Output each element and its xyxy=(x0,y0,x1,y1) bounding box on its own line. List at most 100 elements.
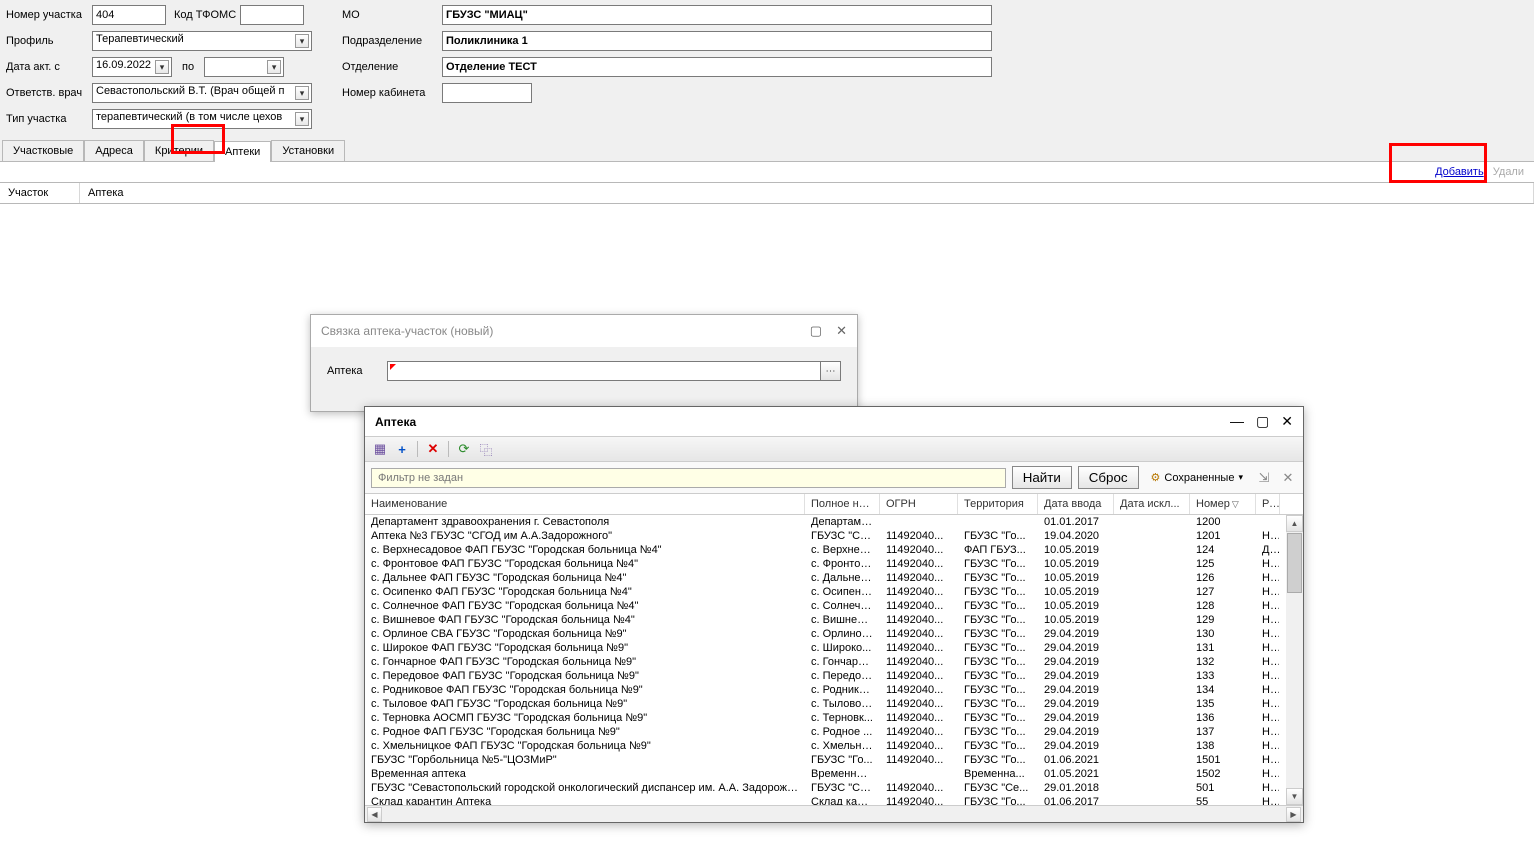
table-row[interactable]: с. Фронтовое ФАП ГБУЗС "Городская больни… xyxy=(365,557,1303,571)
minimize-icon[interactable]: — xyxy=(1230,413,1244,430)
tab-ustanovki[interactable]: Установки xyxy=(271,140,345,161)
scroll-right-icon[interactable]: ▶ xyxy=(1286,807,1301,822)
cell: Департаме... xyxy=(805,516,880,528)
cell: ГБУЗС "СГ... xyxy=(805,530,880,542)
section-type-value: терапевтический (в том числе цехов xyxy=(96,111,282,123)
clear-icon[interactable]: ✕ xyxy=(1279,469,1297,487)
table-row[interactable]: с. Вишневое ФАП ГБУЗС "Городская больниц… xyxy=(365,613,1303,627)
table-row[interactable]: с. Хмельницкое ФАП ГБУЗС "Городская боль… xyxy=(365,739,1303,753)
col-header-date-out[interactable]: Дата искл... xyxy=(1114,494,1190,514)
table-row[interactable]: с. Родниковое ФАП ГБУЗС "Городская больн… xyxy=(365,683,1303,697)
tab-apteki[interactable]: Аптеки xyxy=(214,141,271,162)
col-header-name[interactable]: Наименование xyxy=(365,494,805,514)
table-row[interactable]: с. Гончарное ФАП ГБУЗС "Городская больни… xyxy=(365,655,1303,669)
input-room[interactable] xyxy=(442,83,532,103)
table-row[interactable]: с. Солнечное ФАП ГБУЗС "Городская больни… xyxy=(365,599,1303,613)
cell: 132 xyxy=(1190,656,1256,668)
col-header-fullname[interactable]: Полное наи... xyxy=(805,494,880,514)
table-row[interactable]: с. Тыловое ФАП ГБУЗС "Городская больница… xyxy=(365,697,1303,711)
table-row[interactable]: с. Передовое ФАП ГБУЗС "Городская больни… xyxy=(365,669,1303,683)
col-header-number[interactable]: Номер▽ xyxy=(1190,494,1256,514)
table-row[interactable]: с. Терновка АОСМП ГБУЗС "Городская больн… xyxy=(365,711,1303,725)
cell: ГБУЗС "Го... xyxy=(958,600,1038,612)
cell: 29.04.2019 xyxy=(1038,628,1114,640)
grid-body[interactable]: ▲ ▼ Департамент здравоохранения г. Севас… xyxy=(365,515,1303,805)
cell: Временна... xyxy=(958,768,1038,780)
select-profile[interactable]: Терапевтический xyxy=(92,31,312,51)
pin-icon[interactable]: ⇲ xyxy=(1255,469,1273,487)
cell: 11492040... xyxy=(880,782,958,794)
label-section-type: Тип участка xyxy=(6,113,88,125)
find-button[interactable]: Найти xyxy=(1012,466,1072,489)
cell: 1501 xyxy=(1190,754,1256,766)
cell: с. Орлиное ... xyxy=(805,628,880,640)
input-date-to[interactable] xyxy=(204,57,284,77)
label-resp-doctor: Ответств. врач xyxy=(6,87,88,99)
table-row[interactable]: ГБУЗС "Севастопольский городской онколог… xyxy=(365,781,1303,795)
cell: 29.04.2019 xyxy=(1038,740,1114,752)
tab-adresa[interactable]: Адреса xyxy=(84,140,144,161)
cell: ГБУЗС "Се... xyxy=(958,782,1038,794)
input-date-from[interactable]: 16.09.2022 xyxy=(92,57,172,77)
cell: с. Тыловое... xyxy=(805,698,880,710)
tab-kriterii[interactable]: Критерии xyxy=(144,140,214,161)
input-section-number[interactable] xyxy=(92,5,166,25)
close-icon[interactable]: ✕ xyxy=(1281,413,1293,430)
input-mo[interactable] xyxy=(442,5,992,25)
table-row[interactable]: с. Родное ФАП ГБУЗС "Городская больница … xyxy=(365,725,1303,739)
horizontal-scrollbar[interactable]: ◀ ▶ xyxy=(365,805,1303,822)
cell: 124 xyxy=(1190,544,1256,556)
dialog2-toolbar: ▦ + ✕ ⟳ ⿻ xyxy=(365,436,1303,462)
col-header-territory[interactable]: Территория xyxy=(958,494,1038,514)
table-row[interactable]: Временная аптекаВременная...Временна...0… xyxy=(365,767,1303,781)
vertical-scrollbar[interactable]: ▲ ▼ xyxy=(1286,515,1303,805)
col-header-ogrn[interactable]: ОГРН xyxy=(880,494,958,514)
close-icon[interactable]: ✕ xyxy=(836,323,847,339)
cell: ГБУЗС "Го... xyxy=(958,614,1038,626)
table-row[interactable]: Департамент здравоохранения г. Севастопо… xyxy=(365,515,1303,529)
table-row[interactable]: ГБУЗС "Горбольница №5-"ЦОЗМиР"ГБУЗС "Го.… xyxy=(365,753,1303,767)
input-tfoms-code[interactable] xyxy=(240,5,304,25)
dialog-link-pharmacy: Связка аптека-участок (новый) ▢ ✕ Аптека… xyxy=(310,314,858,412)
cell: с. Гончарное ФАП ГБУЗС "Городская больни… xyxy=(365,656,805,668)
select-resp-doctor[interactable]: Севастопольский В.Т. (Врач общей п xyxy=(92,83,312,103)
table-row[interactable]: с. Широкое ФАП ГБУЗС "Городская больница… xyxy=(365,641,1303,655)
input-subdivision[interactable] xyxy=(442,31,992,51)
plus-icon[interactable]: + xyxy=(393,440,411,458)
table-row[interactable]: Аптека №3 ГБУЗС "СГОД им А.А.Задорожного… xyxy=(365,529,1303,543)
scroll-left-icon[interactable]: ◀ xyxy=(367,807,382,822)
saved-profiles-dropdown[interactable]: ⚙ Сохраненные ▾ xyxy=(1145,469,1249,486)
table-row[interactable]: Склад карантин АптекаСклад кара...114920… xyxy=(365,795,1303,805)
scrollbar-thumb[interactable] xyxy=(1287,533,1302,593)
cell: 11492040... xyxy=(880,558,958,570)
table-row[interactable]: с. Орлиное СВА ГБУЗС "Городская больница… xyxy=(365,627,1303,641)
reset-button[interactable]: Сброс xyxy=(1078,466,1139,489)
tab-uchastkovye[interactable]: Участковые xyxy=(2,140,84,161)
col-uchastok[interactable]: Участок xyxy=(0,183,80,203)
maximize-icon[interactable]: ▢ xyxy=(1256,413,1269,430)
cell: 11492040... xyxy=(880,740,958,752)
cell: 137 xyxy=(1190,726,1256,738)
filter-input[interactable]: Фильтр не задан xyxy=(371,468,1006,488)
ellipsis-icon[interactable]: ⋯ xyxy=(820,362,840,380)
dialog1-input-apteka[interactable]: ⋯ xyxy=(387,361,841,381)
maximize-icon[interactable]: ▢ xyxy=(810,323,822,339)
input-department[interactable] xyxy=(442,57,992,77)
copy-icon[interactable]: ⿻ xyxy=(477,440,495,458)
select-section-type[interactable]: терапевтический (в том числе цехов xyxy=(92,109,312,129)
scroll-up-icon[interactable]: ▲ xyxy=(1286,515,1303,532)
cell: 138 xyxy=(1190,740,1256,752)
table-row[interactable]: с. Верхнесадовое ФАП ГБУЗС "Городская бо… xyxy=(365,543,1303,557)
delete-icon[interactable]: ✕ xyxy=(424,440,442,458)
col-header-ra[interactable]: Ра xyxy=(1256,494,1280,514)
col-header-date-in[interactable]: Дата ввода xyxy=(1038,494,1114,514)
link-add[interactable]: Добавить xyxy=(1435,166,1484,178)
table-row[interactable]: с. Дальнее ФАП ГБУЗС "Городская больница… xyxy=(365,571,1303,585)
chevron-down-icon xyxy=(267,60,281,74)
col-apteka[interactable]: Аптека xyxy=(80,183,1534,203)
table-row[interactable]: с. Осипенко ФАП ГБУЗС "Городская больниц… xyxy=(365,585,1303,599)
document-icon[interactable]: ▦ xyxy=(371,440,389,458)
scroll-down-icon[interactable]: ▼ xyxy=(1286,788,1303,805)
cell: с. Тыловое ФАП ГБУЗС "Городская больница… xyxy=(365,698,805,710)
refresh-icon[interactable]: ⟳ xyxy=(455,440,473,458)
